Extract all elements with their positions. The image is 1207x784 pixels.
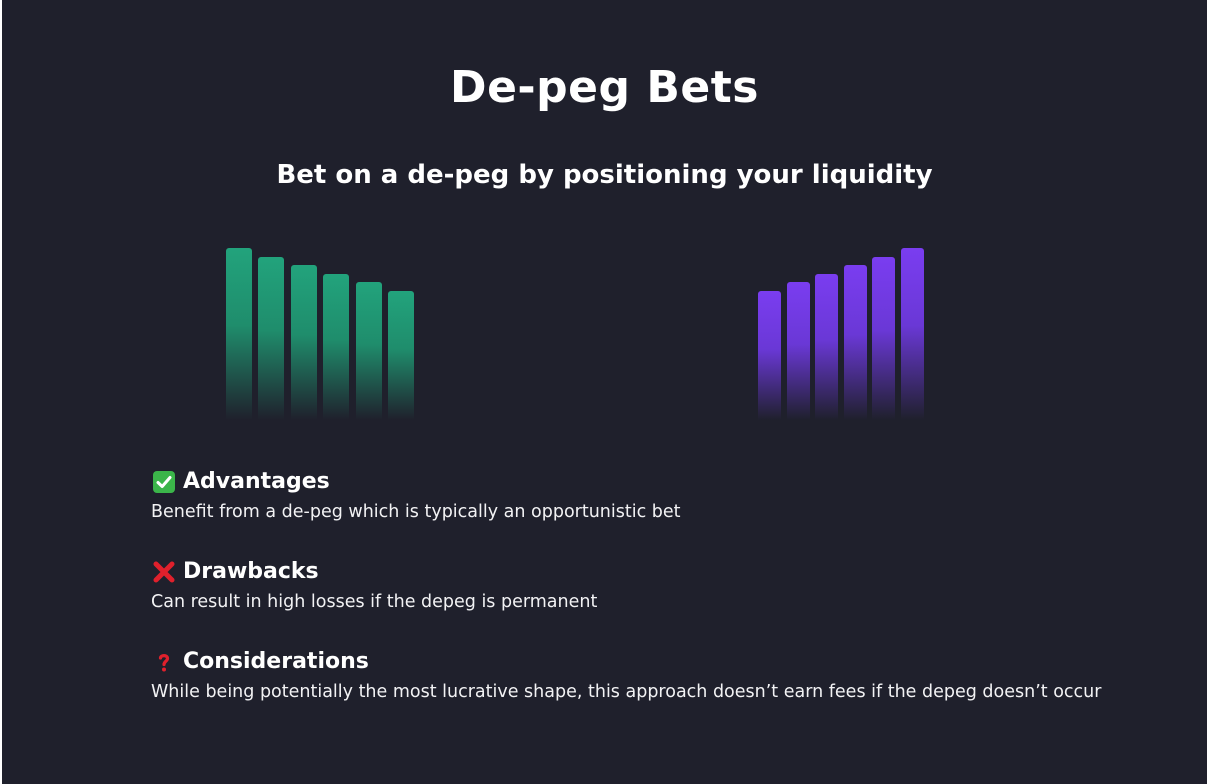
right-shape-bar [872,257,896,420]
drawbacks-text: Can result in high losses if the depeg i… [151,592,598,612]
right-shape-bar [901,248,924,420]
right-shape-bar [758,291,781,420]
drawbacks-title: Drawbacks [183,559,319,584]
considerations-text: While being potentially the most lucrati… [151,682,1102,702]
advantages-title: Advantages [183,469,330,494]
left-shape-bar [355,282,382,420]
left-shape-bar [226,248,252,420]
question-mark-icon [151,649,177,675]
content-panel: De-peg Bets Bet on a de-peg by positioni… [2,0,1207,784]
page-subtitle: Bet on a de-peg by positioning your liqu… [276,160,933,190]
right-shape-bar [786,282,810,420]
drawbacks-section: Drawbacks Can result in high losses if t… [151,557,1191,615]
right-shape-bar [815,274,839,420]
right-liquidity-shape [758,240,934,420]
left-shape-bar [258,257,285,420]
page-title: De-peg Bets [450,62,759,113]
advantages-section: Advantages Benefit from a de-peg which i… [151,467,1191,525]
right-shape-bar [843,265,867,420]
left-liquidity-shape [226,240,426,420]
check-mark-icon [151,469,177,495]
considerations-section: Considerations While being potentially t… [151,647,1191,705]
left-shape-bar [323,274,350,420]
cross-mark-icon [151,559,177,585]
left-shape-bar [388,291,414,420]
considerations-title: Considerations [183,649,369,674]
advantages-text: Benefit from a de-peg which is typically… [151,502,681,522]
left-shape-bar [290,265,317,420]
